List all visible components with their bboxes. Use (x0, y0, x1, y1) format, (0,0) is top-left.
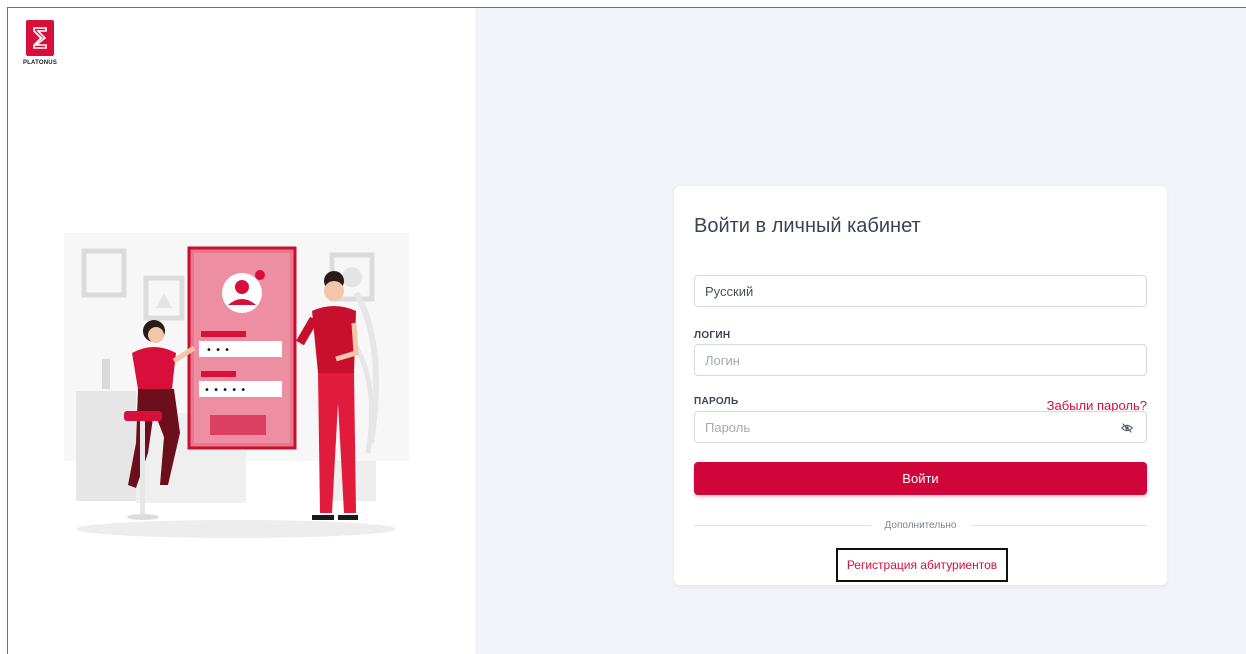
password-label: ПАРОЛЬ (694, 396, 739, 407)
divider-line-right (970, 524, 1148, 526)
login-field[interactable] (694, 344, 1147, 376)
left-panel: PLATONUS • • • • • • • • (8, 8, 475, 654)
divider-line-left (694, 524, 871, 526)
login-illustration: • • • • • • • • (64, 233, 409, 538)
password-field[interactable] (694, 411, 1147, 443)
applicant-registration-link[interactable]: Регистрация абитуриентов (836, 548, 1008, 582)
login-input[interactable] (705, 352, 1136, 368)
app-window: PLATONUS • • • • • • • • Войти в личный … (7, 7, 1246, 654)
login-label: ЛОГИН (694, 330, 731, 341)
language-select[interactable]: Русский (694, 275, 1147, 307)
language-value: Русский (705, 283, 754, 299)
logo-mark-icon (26, 20, 54, 56)
logo-text: PLATONUS (22, 60, 58, 66)
login-button[interactable]: Войти (694, 462, 1147, 495)
illus-mask-2: • • • • • (204, 385, 246, 396)
password-input[interactable] (705, 419, 1136, 435)
eye-off-icon[interactable] (1120, 421, 1134, 435)
additional-divider: Дополнительно (694, 517, 1148, 533)
login-card: Войти в личный кабинет Русский ЛОГИН ПАР… (674, 186, 1167, 585)
divider-label: Дополнительно (884, 519, 957, 531)
login-title: Войти в личный кабинет (694, 215, 921, 237)
platonus-logo[interactable]: PLATONUS (23, 20, 57, 66)
illus-mask-1: • • • (206, 345, 230, 356)
